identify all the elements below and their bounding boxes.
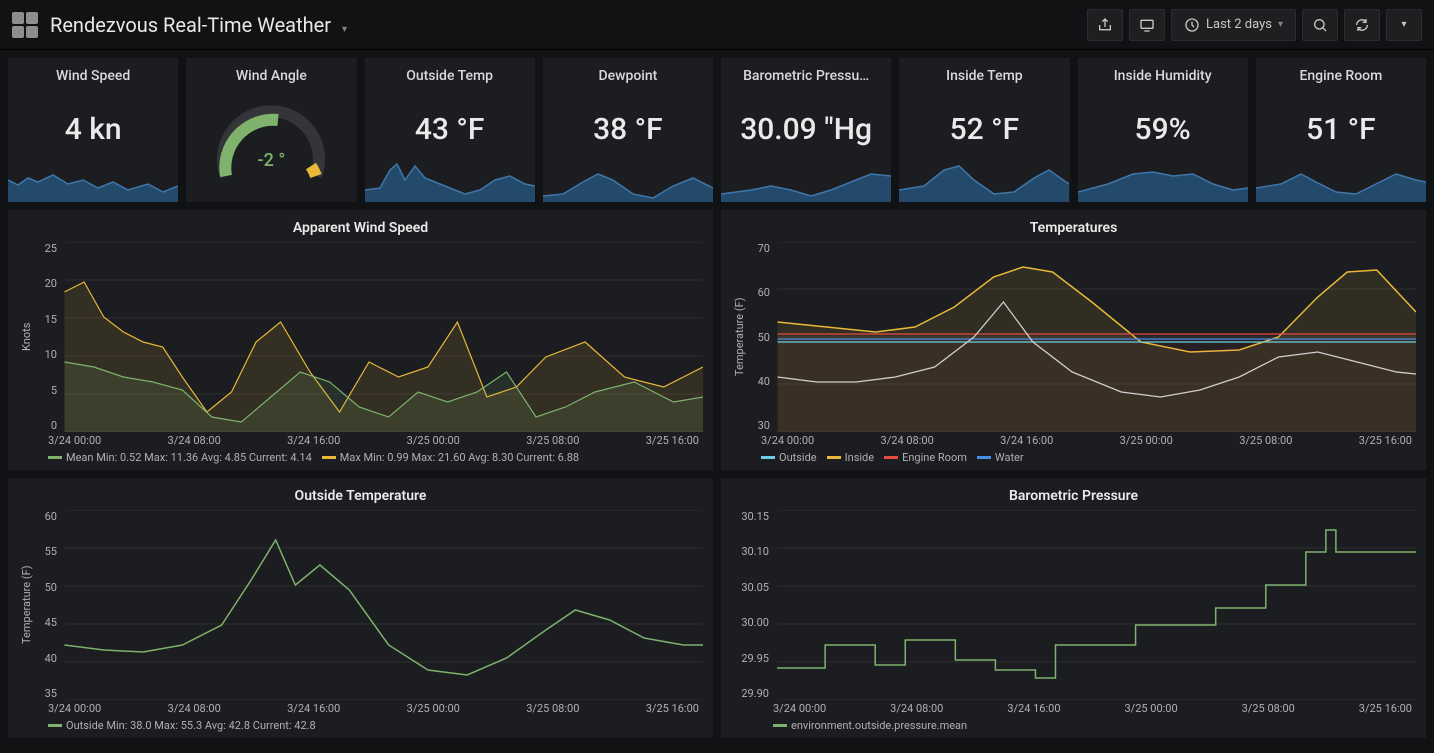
refresh-button[interactable] xyxy=(1344,9,1380,41)
share-button[interactable] xyxy=(1087,9,1123,41)
gauge: -2 ° xyxy=(206,88,336,188)
chevron-down-icon: ▾ xyxy=(342,24,347,35)
stat-title: Barometric Pressu… xyxy=(743,68,869,84)
legend-item[interactable]: Water xyxy=(977,451,1024,464)
legend: Outside Min: 38.0 Max: 55.3 Avg: 42.8 Cu… xyxy=(18,715,703,734)
legend-item[interactable]: environment.outside.pressure.mean xyxy=(773,719,967,732)
gauge-value: -2 ° xyxy=(206,150,336,171)
legend-item[interactable]: Mean Min: 0.52 Max: 11.36 Avg: 4.85 Curr… xyxy=(48,451,312,464)
stat-title: Dewpoint xyxy=(598,68,657,84)
stat-value: 30.09 "Hg xyxy=(740,112,872,147)
zoom-out-button[interactable] xyxy=(1302,9,1338,41)
legend-item[interactable]: Engine Room xyxy=(884,451,967,464)
legend-item[interactable]: Outside xyxy=(761,451,817,464)
stat-panels-row: Wind Speed 4 kn Wind Angle -2 ° Outside … xyxy=(0,50,1434,210)
panel-barometric-pressure[interactable]: Barometric Pressure 30.1530.1030.0530.00… xyxy=(721,478,1426,738)
stat-outside-temp[interactable]: Outside Temp 43 °F xyxy=(365,58,535,202)
stat-wind-angle[interactable]: Wind Angle -2 ° xyxy=(186,58,356,202)
grafana-logo-icon[interactable] xyxy=(12,12,38,38)
plot-body: 30.1530.1030.0530.0029.9529.90 xyxy=(735,510,1416,700)
panel-title: Temperatures xyxy=(731,216,1416,242)
chart-grid: Apparent Wind Speed Knots 2520151050 3/2… xyxy=(0,210,1434,746)
stat-title: Wind Speed xyxy=(56,68,130,84)
stat-title: Outside Temp xyxy=(406,68,493,84)
stat-value: 4 kn xyxy=(65,112,122,147)
top-bar: Rendezvous Real-Time Weather ▾ Last 2 da… xyxy=(0,0,1434,50)
stat-title: Inside Humidity xyxy=(1114,68,1212,84)
time-range-picker[interactable]: Last 2 days ▾ xyxy=(1171,9,1296,41)
stat-value: 59% xyxy=(1135,112,1191,147)
legend: Outside Inside Engine Room Water xyxy=(731,447,1416,466)
panel-title: Outside Temperature xyxy=(18,484,703,510)
sparkline xyxy=(899,160,1069,202)
plot-body: 7060504030 xyxy=(748,242,1416,432)
legend-item[interactable]: Max Min: 0.99 Max: 21.60 Avg: 8.30 Curre… xyxy=(322,451,579,464)
y-axis-label: Temperature (F) xyxy=(18,510,35,700)
panel-apparent-wind-speed[interactable]: Apparent Wind Speed Knots 2520151050 3/2… xyxy=(8,210,713,470)
sparkline xyxy=(365,160,535,202)
stat-value: 52 °F xyxy=(950,112,1020,147)
chevron-down-icon: ▾ xyxy=(1278,19,1283,30)
sparkline xyxy=(543,160,713,202)
stat-title: Engine Room xyxy=(1299,68,1382,84)
sparkline xyxy=(1078,160,1248,202)
stat-title: Wind Angle xyxy=(236,68,307,84)
sparkline xyxy=(1256,160,1426,202)
chevron-down-icon: ▾ xyxy=(1401,19,1406,30)
panel-title: Apparent Wind Speed xyxy=(18,216,703,242)
panel-temperatures[interactable]: Temperatures Temperature (F) 7060504030 xyxy=(721,210,1426,470)
stat-title: Inside Temp xyxy=(946,68,1023,84)
sparkline xyxy=(8,160,178,202)
stat-inside-humidity[interactable]: Inside Humidity 59% xyxy=(1078,58,1248,202)
legend-item[interactable]: Outside Min: 38.0 Max: 55.3 Avg: 42.8 Cu… xyxy=(48,719,316,732)
stat-dewpoint[interactable]: Dewpoint 38 °F xyxy=(543,58,713,202)
tv-mode-button[interactable] xyxy=(1129,9,1165,41)
stat-inside-temp[interactable]: Inside Temp 52 °F xyxy=(899,58,1069,202)
time-range-label: Last 2 days xyxy=(1206,17,1272,32)
legend: Mean Min: 0.52 Max: 11.36 Avg: 4.85 Curr… xyxy=(18,447,703,466)
dashboard-title[interactable]: Rendezvous Real-Time Weather ▾ xyxy=(50,13,347,37)
plot-body: 605550454035 xyxy=(35,510,703,700)
stat-value: 51 °F xyxy=(1306,112,1376,147)
legend: environment.outside.pressure.mean xyxy=(731,715,1416,734)
x-ticks: 3/24 00:003/24 08:003/24 16:003/25 00:00… xyxy=(18,700,703,715)
stat-wind-speed[interactable]: Wind Speed 4 kn xyxy=(8,58,178,202)
stat-value: 38 °F xyxy=(593,112,663,147)
refresh-interval-picker[interactable]: ▾ xyxy=(1386,9,1422,41)
x-ticks: 3/24 00:003/24 08:003/24 16:003/25 00:00… xyxy=(731,700,1416,715)
panel-outside-temperature[interactable]: Outside Temperature Temperature (F) 6055… xyxy=(8,478,713,738)
sparkline xyxy=(721,160,891,202)
stat-engine-room[interactable]: Engine Room 51 °F xyxy=(1256,58,1426,202)
panel-title: Barometric Pressure xyxy=(731,484,1416,510)
stat-barometric-pressure[interactable]: Barometric Pressu… 30.09 "Hg xyxy=(721,58,891,202)
x-ticks: 3/24 00:003/24 08:003/24 16:003/25 00:00… xyxy=(731,432,1416,447)
plot-body: 2520151050 xyxy=(35,242,703,432)
legend-item[interactable]: Inside xyxy=(827,451,874,464)
stat-value: 43 °F xyxy=(415,112,485,147)
x-ticks: 3/24 00:003/24 08:003/24 16:003/25 00:00… xyxy=(18,432,703,447)
y-axis-label: Knots xyxy=(18,242,35,432)
y-axis-label: Temperature (F) xyxy=(731,242,748,432)
dashboard-title-text: Rendezvous Real-Time Weather xyxy=(50,13,331,37)
